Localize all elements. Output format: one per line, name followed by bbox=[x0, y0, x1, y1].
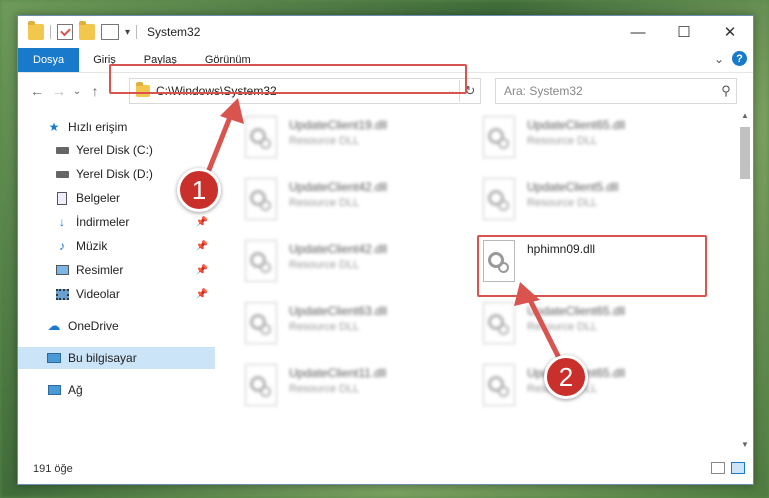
sidebar-item-pictures[interactable]: Resimler 📌 bbox=[18, 259, 215, 281]
file-highlight bbox=[477, 235, 707, 297]
pin-icon[interactable]: 📌 bbox=[196, 217, 208, 228]
pictures-icon bbox=[54, 263, 70, 277]
ribbon-collapse-icon[interactable]: ⌄ bbox=[714, 52, 724, 66]
search-icon: ⚲ bbox=[721, 83, 731, 98]
sidebar-item-music[interactable]: ♪ Müzik 📌 bbox=[18, 235, 215, 257]
file-item[interactable]: UpdateClient63.dll Resource DLL bbox=[243, 300, 463, 354]
scroll-down-icon[interactable]: ▼ bbox=[737, 437, 753, 453]
sidebar-item-downloads[interactable]: ↓ İndirmeler 📌 bbox=[18, 211, 215, 233]
download-icon: ↓ bbox=[59, 215, 65, 229]
cloud-icon: ☁ bbox=[47, 318, 61, 333]
dll-file-icon bbox=[481, 300, 517, 346]
address-bar-highlight bbox=[109, 64, 467, 94]
recent-locations-button[interactable]: ⌄ bbox=[70, 86, 84, 97]
title-bar: ▾ System32 — ☐ ✕ bbox=[18, 16, 753, 48]
file-item[interactable]: UpdateClient42.dll Resource DLL bbox=[243, 238, 463, 292]
dll-file-icon bbox=[481, 362, 517, 408]
network-icon bbox=[46, 383, 62, 397]
file-item[interactable]: UpdateClient19.dll Resource DLL bbox=[243, 114, 463, 168]
callout-2: 2 bbox=[544, 355, 588, 399]
dll-file-icon bbox=[243, 176, 279, 222]
file-item[interactable]: UpdateClient11.dll Resource DLL bbox=[243, 362, 463, 416]
music-icon: ♪ bbox=[59, 239, 65, 253]
chevron-down-icon[interactable]: ▾ bbox=[125, 27, 130, 38]
window-controls: — ☐ ✕ bbox=[615, 16, 753, 48]
dll-file-icon bbox=[243, 362, 279, 408]
help-icon[interactable]: ? bbox=[732, 51, 747, 66]
dll-file-icon bbox=[243, 300, 279, 346]
scroll-up-icon[interactable]: ▲ bbox=[737, 108, 753, 124]
pin-icon[interactable]: 📌 bbox=[196, 265, 208, 276]
properties-icon[interactable] bbox=[57, 24, 73, 40]
window-title: System32 bbox=[147, 25, 201, 39]
pin-icon[interactable]: 📌 bbox=[196, 241, 208, 252]
large-icons-view-icon[interactable] bbox=[731, 462, 745, 474]
file-item[interactable]: UpdateClient5.dll Resource DLL bbox=[481, 176, 701, 230]
file-item[interactable]: UpdateClient65.dllResource DLL bbox=[481, 114, 701, 168]
star-icon: ★ bbox=[48, 120, 60, 134]
dll-file-icon bbox=[481, 176, 517, 222]
details-view-icon[interactable] bbox=[711, 462, 725, 474]
vertical-scrollbar[interactable]: ▲ ▼ bbox=[737, 108, 753, 453]
minimize-button[interactable]: — bbox=[615, 16, 661, 48]
dll-file-icon bbox=[243, 238, 279, 284]
file-item[interactable]: UpdateClient65.dllResource DLL bbox=[481, 300, 701, 354]
navigation-pane: ★ Hızlı erişim Yerel Disk (C:) Yerel Dis… bbox=[18, 108, 215, 453]
sidebar-item-videos[interactable]: Videolar 📌 bbox=[18, 283, 215, 305]
documents-icon bbox=[54, 191, 70, 205]
back-button[interactable]: ← bbox=[26, 83, 48, 99]
sidebar-item-this-pc[interactable]: Bu bilgisayar bbox=[18, 347, 215, 369]
search-input[interactable]: Ara: System32 bbox=[496, 84, 716, 98]
tab-dosya[interactable]: Dosya bbox=[18, 48, 80, 72]
sidebar-item-onedrive[interactable]: ☁ OneDrive bbox=[18, 315, 215, 337]
search-box[interactable]: Ara: System32 ⚲ bbox=[495, 78, 737, 104]
sidebar-item-quick-access[interactable]: ★ Hızlı erişim bbox=[18, 116, 215, 138]
up-button[interactable]: ↑ bbox=[84, 83, 106, 99]
close-button[interactable]: ✕ bbox=[707, 16, 753, 48]
dll-file-icon bbox=[481, 114, 517, 160]
dll-file-icon bbox=[243, 114, 279, 160]
scrollbar-thumb[interactable] bbox=[740, 127, 750, 179]
file-item[interactable]: UpdateClient65.dllResource DLL bbox=[481, 362, 701, 416]
pin-icon[interactable]: 📌 bbox=[196, 289, 208, 300]
videos-icon bbox=[54, 287, 70, 301]
item-count: 191 öğe bbox=[33, 463, 73, 475]
callout-1: 1 bbox=[177, 168, 221, 212]
sidebar-item-network[interactable]: Ağ bbox=[18, 379, 215, 401]
drive-icon bbox=[54, 167, 70, 181]
file-item[interactable]: UpdateClient42.dll Resource DLL bbox=[243, 176, 463, 230]
folder-icon bbox=[28, 21, 44, 40]
quick-access-toolbar: ▾ bbox=[28, 21, 138, 40]
maximize-button[interactable]: ☐ bbox=[661, 16, 707, 48]
computer-icon bbox=[46, 351, 62, 365]
sidebar-item-local-disk-c[interactable]: Yerel Disk (C:) bbox=[18, 139, 215, 161]
forward-button[interactable]: → bbox=[48, 83, 70, 99]
drive-icon bbox=[54, 143, 70, 157]
new-folder-icon[interactable] bbox=[79, 21, 95, 40]
customize-icon[interactable] bbox=[101, 24, 119, 40]
status-bar: 191 öğe bbox=[18, 454, 753, 484]
